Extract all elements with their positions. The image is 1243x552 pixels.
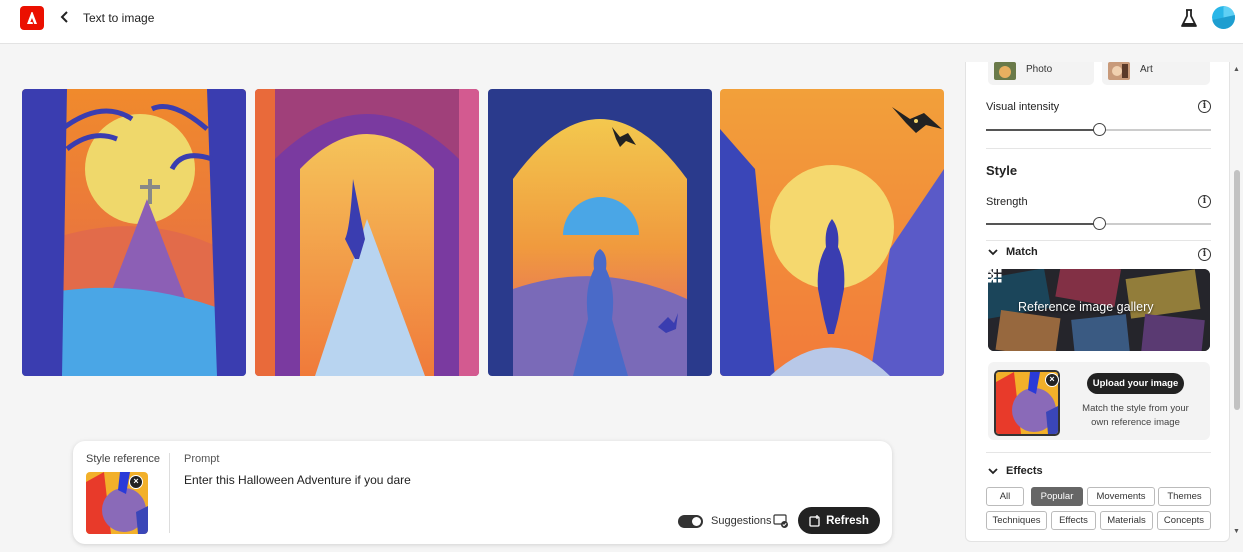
content-type-photo-label: Photo (1026, 64, 1053, 75)
generated-image-4[interactable] (720, 89, 944, 376)
avatar[interactable] (1212, 6, 1235, 29)
strength-label: Strength (986, 196, 1028, 208)
refresh-icon (809, 514, 820, 527)
match-label[interactable]: Match (1006, 246, 1038, 258)
visual-intensity-slider[interactable] (986, 123, 1211, 136)
suggestions-label: Suggestions (711, 515, 772, 527)
chevron-right-icon (989, 270, 997, 282)
divider (986, 148, 1211, 149)
page-title: Text to image (83, 11, 155, 25)
chevron-down-icon[interactable] (988, 247, 998, 257)
effects-chip-materials[interactable]: Materials (1100, 511, 1153, 530)
suggestions-settings-icon[interactable] (773, 513, 789, 529)
prompt-bar: Style reference × Prompt Enter this Hall… (73, 441, 892, 544)
strength-slider[interactable] (986, 217, 1211, 230)
visual-intensity-handle[interactable] (1092, 123, 1106, 136)
info-icon[interactable]: i (1198, 100, 1211, 113)
visual-intensity-label: Visual intensity (986, 101, 1060, 113)
prompt-label: Prompt (184, 453, 220, 465)
effects-chip-all[interactable]: All (986, 487, 1024, 506)
info-icon[interactable]: i (1198, 195, 1211, 208)
divider (986, 452, 1211, 453)
divider (169, 453, 170, 533)
chevron-down-icon[interactable] (988, 466, 998, 476)
remove-style-reference-icon[interactable]: × (129, 475, 143, 489)
art-thumbnail (1108, 62, 1130, 80)
settings-panel: Photo Art Visual intensity i Style Stren… (965, 62, 1230, 542)
remove-uploaded-image-icon[interactable]: × (1045, 373, 1059, 387)
refresh-button[interactable]: Refresh (798, 507, 880, 534)
upload-image-button[interactable]: Upload your image (1087, 373, 1184, 394)
photo-thumbnail (994, 62, 1016, 80)
effects-chip-concepts[interactable]: Concepts (1157, 511, 1211, 530)
strength-handle[interactable] (1092, 217, 1106, 230)
reference-image-gallery-label: Reference image gallery (1018, 300, 1154, 314)
effects-chip-techniques[interactable]: Techniques (986, 511, 1047, 530)
scroll-down-icon[interactable]: ▼ (1232, 528, 1241, 537)
style-reference-label: Style reference (86, 453, 160, 465)
visual-intensity-fill (986, 129, 1099, 131)
effects-chip-themes[interactable]: Themes (1158, 487, 1211, 506)
effects-chip-effects[interactable]: Effects (1051, 511, 1096, 530)
content-type-photo[interactable]: Photo (988, 62, 1094, 85)
upload-reference-box: × Upload your image Match the style from… (988, 362, 1210, 440)
scrollbar-thumb[interactable] (1234, 170, 1240, 410)
prompt-input[interactable]: Enter this Halloween Adventure if you da… (184, 473, 784, 487)
reference-image-gallery-button[interactable]: Reference image gallery (988, 269, 1210, 351)
generated-image-2[interactable] (255, 89, 479, 376)
panel-scrollbar[interactable]: ▲ ▼ (1232, 62, 1241, 542)
scroll-up-icon[interactable]: ▲ (1232, 66, 1241, 75)
effects-chip-movements[interactable]: Movements (1087, 487, 1155, 506)
generated-image-1[interactable] (22, 89, 246, 376)
content-type-art[interactable]: Art (1102, 62, 1210, 85)
divider (986, 240, 1211, 241)
effects-heading[interactable]: Effects (1006, 465, 1043, 477)
top-bar: Text to image (0, 0, 1243, 44)
suggestions-toggle[interactable] (678, 515, 703, 528)
info-icon[interactable]: i (1198, 248, 1211, 261)
adobe-logo-icon[interactable] (20, 6, 44, 30)
upload-description: Match the style from your own reference … (1082, 403, 1189, 428)
effects-chip-popular[interactable]: Popular (1031, 487, 1083, 506)
strength-fill (986, 223, 1099, 225)
chevron-left-icon[interactable] (57, 9, 73, 25)
refresh-label: Refresh (826, 514, 869, 527)
style-heading: Style (986, 163, 1018, 178)
content-type-art-label: Art (1140, 64, 1153, 75)
generated-image-3[interactable] (488, 89, 712, 376)
flask-icon[interactable] (1180, 8, 1198, 28)
